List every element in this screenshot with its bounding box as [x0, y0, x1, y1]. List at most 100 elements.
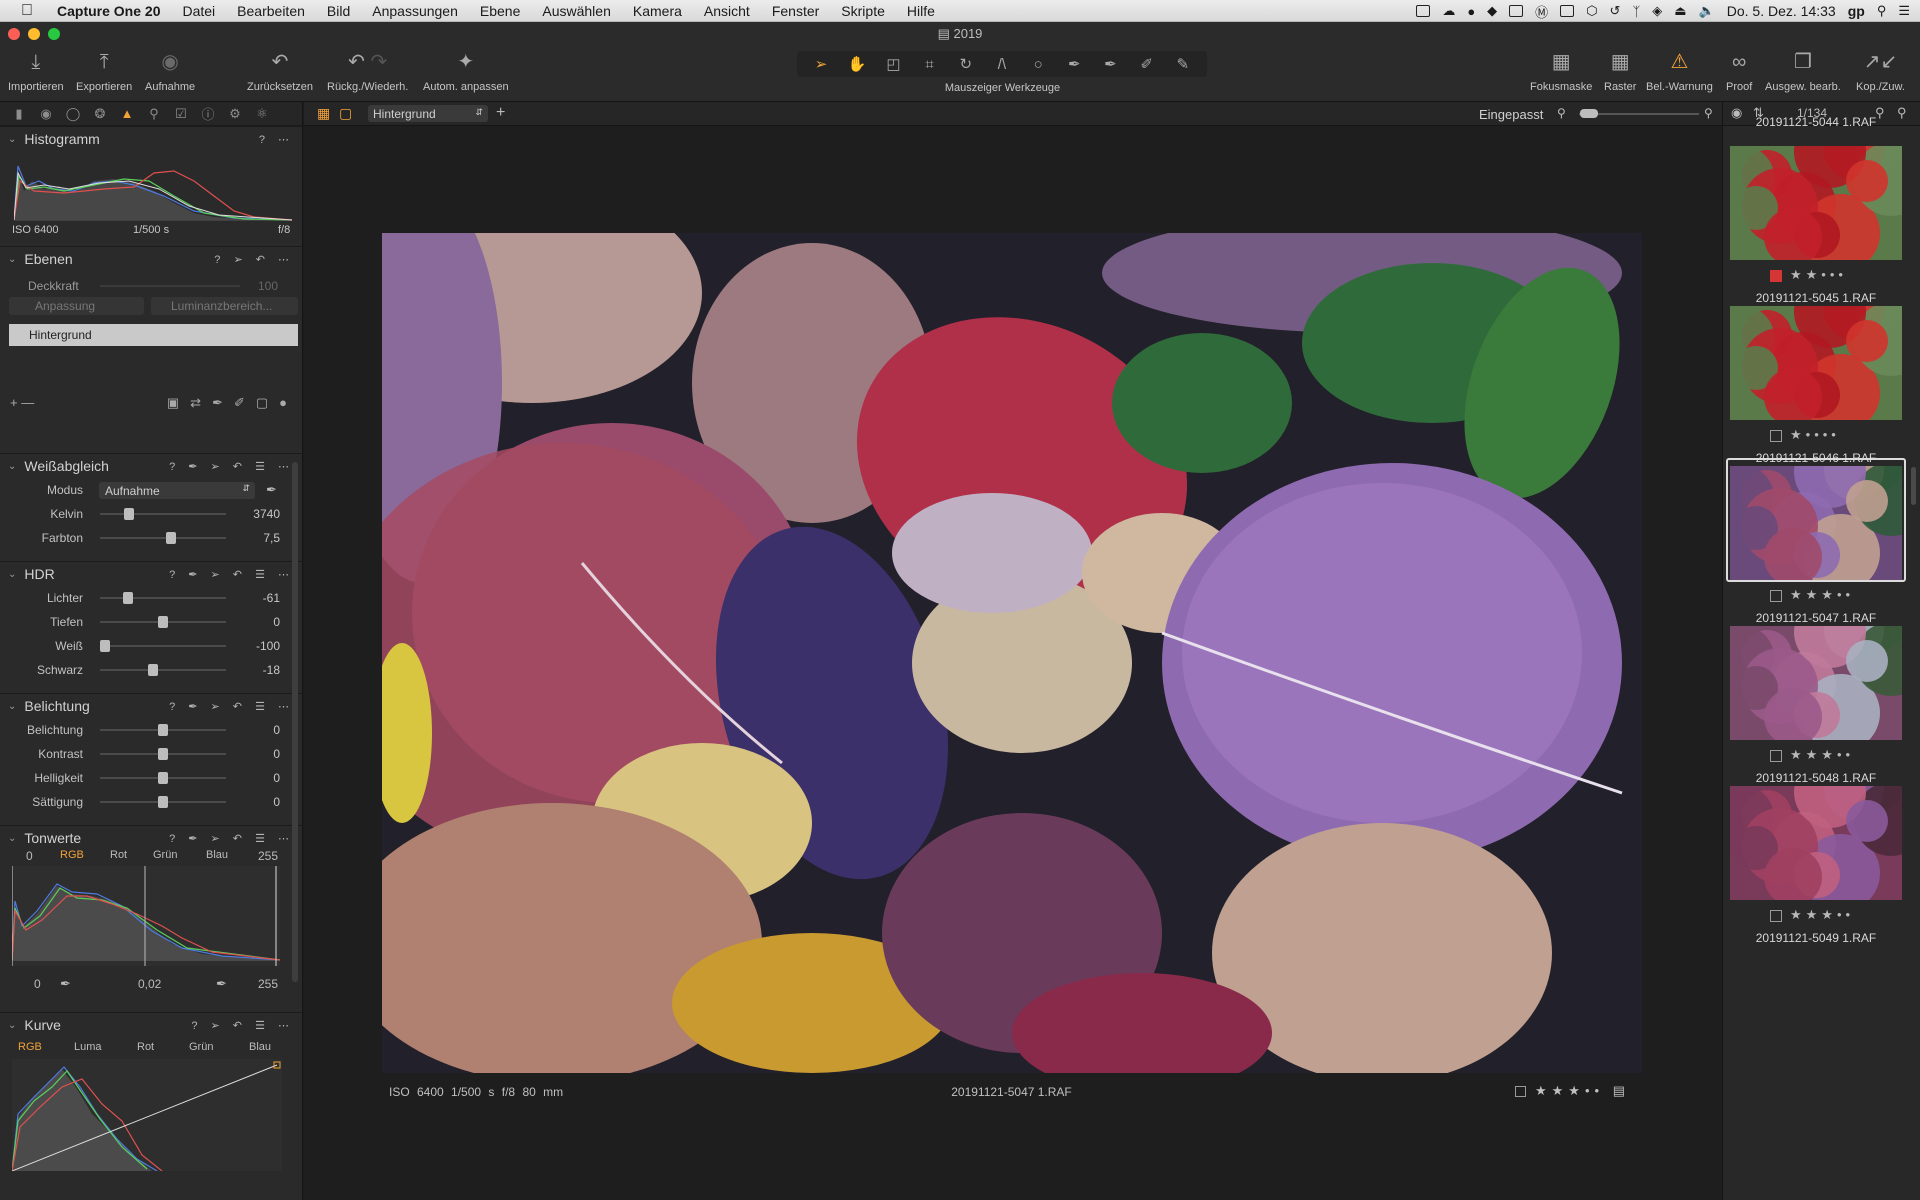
status-a-icon[interactable]: Ⓜ — [1535, 2, 1548, 21]
status-grid-icon[interactable] — [1509, 5, 1524, 17]
color-tag-checkbox[interactable] — [1770, 910, 1782, 922]
curve-tab-red[interactable]: Rot — [137, 1041, 154, 1053]
metadata-tab-icon[interactable]: ⓘ — [199, 104, 217, 123]
notification-center-icon[interactable]: ☰ — [1898, 3, 1910, 19]
hdr-white-track[interactable] — [100, 645, 226, 647]
wb-tint-knob[interactable] — [166, 532, 177, 544]
levels-gamma[interactable]: 0,02 — [138, 977, 161, 991]
curve-tab-blue[interactable]: Blau — [249, 1041, 271, 1053]
rotate-icon[interactable]: ↻ — [951, 55, 981, 73]
curve-graph[interactable] — [12, 1059, 282, 1171]
hdr-white-value[interactable]: -100 — [256, 639, 280, 653]
saturation-value[interactable]: 0 — [273, 795, 280, 809]
wb-kelvin-knob[interactable] — [124, 508, 135, 520]
menu-fenster[interactable]: Fenster — [761, 3, 830, 19]
wb-picker-icon[interactable]: ✒ — [266, 482, 277, 498]
thumbnail-rating[interactable]: ★★★•• — [1790, 747, 1854, 763]
menu-hilfe[interactable]: Hilfe — [896, 3, 946, 19]
reset-button[interactable]: ↶ Zurücksetzen — [247, 50, 313, 93]
color-tag-red[interactable] — [1770, 270, 1782, 282]
thumbnail-rating[interactable]: ★★★•• — [1790, 907, 1854, 923]
wb-kelvin-value[interactable]: 3740 — [253, 507, 280, 521]
brush-icon[interactable]: ✐ — [1132, 55, 1162, 73]
apple-menu-icon[interactable]:  — [18, 2, 36, 20]
menu-ebene[interactable]: Ebene — [469, 3, 531, 19]
levels-output-low[interactable]: 0 — [34, 977, 41, 991]
spot-removal-icon[interactable]: ○ — [1023, 56, 1053, 73]
menu-auswaehlen[interactable]: Auswählen — [531, 3, 622, 19]
add-layer-plus-icon[interactable]: + — [496, 104, 505, 122]
color-tag-checkbox[interactable] — [1515, 1086, 1527, 1098]
histogram-header[interactable]: ⌄ Histogramm ? ⋯ — [0, 127, 302, 151]
proof-button[interactable]: ∞ Proof — [1726, 50, 1752, 93]
thumbnail-item[interactable]: ★★★•• 20191121-5049 1.RAF — [1726, 778, 1906, 974]
menu-skripte[interactable]: Skripte — [830, 3, 896, 19]
exposure-value[interactable]: 0 — [273, 723, 280, 737]
layers-header[interactable]: ⌄ Ebenen ? ➢ ↶ ⋯ — [0, 247, 302, 271]
panel-options-icons[interactable]: ? ✒ ➢ ↶ ☰ ⋯ — [169, 460, 294, 473]
wifi-icon[interactable]: ◈ — [1652, 3, 1662, 19]
status-shield-icon[interactable]: ⬡ — [1586, 3, 1597, 19]
opacity-slider[interactable] — [100, 285, 240, 287]
color-tag-checkbox[interactable] — [1770, 430, 1782, 442]
black-point-picker-icon[interactable]: ✒ — [60, 976, 71, 992]
levels-tab-blue[interactable]: Blau — [206, 849, 228, 861]
wb-tint-value[interactable]: 7,5 — [263, 531, 280, 545]
crop-icon[interactable]: ⌗ — [915, 56, 945, 73]
volume-icon[interactable]: 🔈 — [1699, 3, 1715, 19]
layer-row-background[interactable]: Hintergrund — [9, 324, 298, 346]
brightness-value[interactable]: 0 — [273, 771, 280, 785]
add-layer-icon[interactable]: + — — [10, 395, 34, 411]
panel-options-icons[interactable]: ? ✒ ➢ ↶ ☰ ⋯ — [169, 700, 294, 713]
thumbnail-rating[interactable]: ★★★•• — [1790, 587, 1854, 603]
main-photo[interactable] — [382, 233, 1642, 1073]
auto-adjust-button[interactable]: ✦ Autom. anpassen — [423, 50, 509, 93]
exposure-tab-icon[interactable]: ▲ — [118, 106, 136, 121]
saturation-knob[interactable] — [158, 796, 168, 808]
white-balance-picker-icon[interactable]: ✒ — [1095, 55, 1125, 73]
color-tab-icon[interactable]: ❂ — [91, 106, 109, 122]
wb-tint-track[interactable] — [100, 537, 226, 539]
contrast-value[interactable]: 0 — [273, 747, 280, 761]
thumbnail-badge-icon[interactable]: ▤ — [1613, 1083, 1630, 1098]
hdr-black-track[interactable] — [100, 669, 226, 671]
zoom-out-icon[interactable]: ⚲ — [1557, 106, 1566, 120]
wb-kelvin-track[interactable] — [100, 513, 226, 515]
import-button[interactable]: ⤓ Importieren — [8, 50, 64, 93]
time-machine-icon[interactable]: ↺ — [1610, 3, 1621, 19]
focus-mask-button[interactable]: ▦ Fokusmaske — [1530, 50, 1592, 93]
levels-tab-red[interactable]: Rot — [110, 849, 127, 861]
hdr-black-knob[interactable] — [147, 664, 158, 676]
select-cursor-icon[interactable]: ➢ — [806, 55, 836, 73]
hdr-highlights-track[interactable] — [100, 597, 226, 599]
menu-anpassungen[interactable]: Anpassungen — [361, 3, 469, 19]
levels-output-high[interactable]: 255 — [258, 977, 278, 991]
browser-scrollbar[interactable] — [1911, 467, 1916, 505]
multi-view-icon[interactable]: ▦ — [317, 105, 330, 122]
bluetooth-icon[interactable]: ᛉ — [1632, 4, 1640, 19]
levels-input-low[interactable]: 0 — [26, 849, 33, 863]
menu-datei[interactable]: Datei — [171, 3, 226, 19]
hdr-highlights-value[interactable]: -61 — [263, 591, 280, 605]
white-balance-header[interactable]: ⌄ Weißabgleich ? ✒ ➢ ↶ ☰ ⋯ — [0, 454, 302, 478]
adjustments-tab-icon[interactable]: ☑ — [172, 106, 190, 122]
panel-options-icons[interactable]: ? ➢ ↶ ☰ ⋯ — [191, 1019, 294, 1032]
hdr-black-value[interactable]: -18 — [263, 663, 280, 677]
sidebar-scrollbar[interactable] — [292, 462, 298, 982]
capture-button[interactable]: ◉ Aufnahme — [145, 50, 195, 93]
curve-header[interactable]: ⌄ Kurve ? ➢ ↶ ☰ ⋯ — [0, 1013, 302, 1037]
menu-bild[interactable]: Bild — [316, 3, 361, 19]
status-folder-icon[interactable] — [1560, 5, 1575, 17]
undo-redo-button[interactable]: ↶ ↷ Rückg./Wiederh. — [327, 50, 408, 93]
menubar-user[interactable]: gp — [1848, 3, 1865, 19]
output-tab-icon[interactable]: ⚙ — [226, 106, 244, 122]
details-tab-icon[interactable]: ⚲ — [145, 106, 163, 122]
viewer-rating-stars[interactable]: ★★★•• — [1535, 1083, 1604, 1098]
batch-tab-icon[interactable]: ⚛ — [253, 106, 271, 122]
status-app-icon[interactable] — [1416, 5, 1431, 17]
contrast-knob[interactable] — [158, 748, 168, 760]
dropbox-icon[interactable]: ◆ — [1487, 3, 1497, 19]
exposure-header[interactable]: ⌄ Belichtung ? ✒ ➢ ↶ ☰ ⋯ — [0, 694, 302, 718]
color-tag-checkbox[interactable] — [1770, 750, 1782, 762]
export-button[interactable]: ⤒ Exportieren — [76, 50, 132, 93]
